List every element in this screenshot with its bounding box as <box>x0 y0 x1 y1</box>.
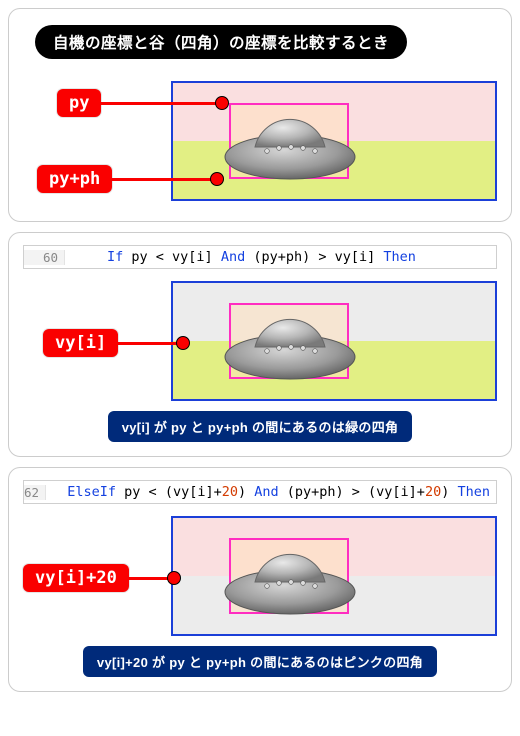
tag-vy-i: vy[i] <box>43 329 190 357</box>
code-seg: (py+ph) > vy[i] <box>245 249 383 265</box>
tag-py: py <box>57 89 229 117</box>
stage <box>171 516 497 636</box>
tag-py-ph: py+ph <box>37 165 224 193</box>
player-bbox <box>229 103 349 179</box>
code-kw-and: And <box>254 484 278 500</box>
code-kw-if: If <box>107 249 123 265</box>
code-num: 20 <box>222 484 238 500</box>
code-seg: ) <box>238 484 254 500</box>
leader-dot <box>210 172 224 186</box>
caption-row: vy[i]+20 が py と py+ph の間にあるのはピンクの四角 <box>23 646 497 677</box>
tag-label: py+ph <box>37 165 112 193</box>
diagram-3: vy[i]+20 <box>23 516 497 636</box>
code-kw-then: Then <box>457 484 490 500</box>
player-bbox <box>229 303 349 379</box>
code-line-62: 62 ElseIf py < (vy[i]+ 20 ) And (py+ph) … <box>23 480 497 504</box>
leader-line <box>118 342 178 345</box>
player-bbox <box>229 538 349 614</box>
leader-line <box>112 178 212 181</box>
stage <box>171 281 497 401</box>
leader-line <box>101 102 217 105</box>
code-line-60: 60 If py < vy[i] And (py+ph) > vy[i] The… <box>23 245 497 269</box>
panel-vy-i-20: 62 ElseIf py < (vy[i]+ 20 ) And (py+ph) … <box>8 467 512 692</box>
tag-label: py <box>57 89 101 117</box>
code-kw-then: Then <box>383 249 416 265</box>
code-num: 20 <box>425 484 441 500</box>
panel-vy-i: 60 If py < vy[i] And (py+ph) > vy[i] The… <box>8 232 512 457</box>
panel-coord-compare: 自機の座標と谷（四角）の座標を比較するとき py py+ph <box>8 8 512 222</box>
leader-dot <box>176 336 190 350</box>
tag-vy-i-20: vy[i]+20 <box>23 564 181 592</box>
code-kw-elseif: ElseIf <box>67 484 116 500</box>
code-seg: ) <box>441 484 457 500</box>
page: 自機の座標と谷（四角）の座標を比較するとき py py+ph <box>0 0 520 710</box>
leader-dot <box>167 571 181 585</box>
tag-label: vy[i]+20 <box>23 564 129 592</box>
tag-label: vy[i] <box>43 329 118 357</box>
caption-pink: vy[i]+20 が py と py+ph の間にあるのはピンクの四角 <box>83 646 437 677</box>
code-seg: py < vy[i] <box>123 249 221 265</box>
code-linenum: 60 <box>24 250 65 265</box>
panel-title: 自機の座標と谷（四角）の座標を比較するとき <box>35 25 407 59</box>
code-seg: py < (vy[i]+ <box>116 484 222 500</box>
code-linenum: 62 <box>24 485 46 500</box>
caption-row: vy[i] が py と py+ph の間にあるのは緑の四角 <box>23 411 497 442</box>
caption-green: vy[i] が py と py+ph の間にあるのは緑の四角 <box>108 411 413 442</box>
code-kw-and: And <box>221 249 245 265</box>
leader-line <box>129 577 169 580</box>
diagram-2: vy[i] <box>23 281 497 401</box>
diagram-1: py py+ph <box>23 81 497 201</box>
leader-dot <box>215 96 229 110</box>
code-seg: (py+ph) > (vy[i]+ <box>279 484 425 500</box>
